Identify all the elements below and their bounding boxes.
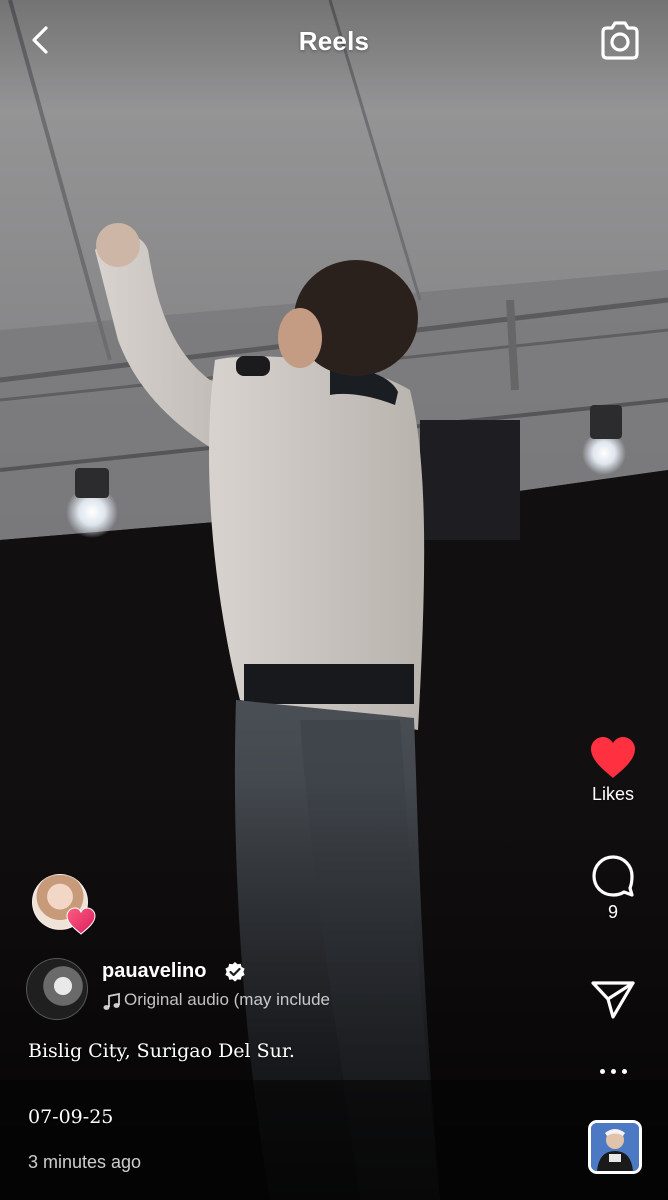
audio-title: Original audio (may include	[124, 990, 330, 1009]
audio-link[interactable]: Original audio (may include	[102, 990, 402, 1014]
comment-button[interactable]: 9	[558, 854, 668, 923]
music-note-icon	[103, 992, 120, 1010]
audio-thumbnail[interactable]	[588, 1120, 642, 1174]
post-timestamp: 3 minutes ago	[28, 1152, 142, 1172]
poster-info: pauavelino Original audio (may include	[26, 956, 548, 1022]
paper-plane-icon	[591, 981, 635, 1019]
share-button[interactable]	[558, 980, 668, 1020]
page-title: Reels	[298, 26, 370, 56]
more-dots-icon	[558, 1066, 668, 1076]
more-options-button[interactable]	[558, 1066, 668, 1076]
heart-icon	[591, 737, 635, 778]
camera-button[interactable]	[598, 20, 642, 62]
reels-header: Reels	[0, 0, 668, 84]
likes-label: Likes	[591, 784, 635, 804]
like-button[interactable]: Likes	[558, 736, 668, 805]
audio-cover-image	[591, 1123, 639, 1171]
camera-icon	[601, 21, 639, 60]
verified-badge-icon	[225, 962, 245, 982]
poster-avatar[interactable]	[26, 958, 88, 1020]
username[interactable]: pauavelino	[102, 960, 206, 983]
post-caption[interactable]: Bislig City, Surigao Del Sur.	[28, 1040, 295, 1062]
comment-count: 9	[607, 902, 618, 922]
heart-badge-icon	[66, 907, 96, 935]
caption-date: 07-09-25	[28, 1106, 114, 1128]
comment-icon	[592, 855, 634, 897]
